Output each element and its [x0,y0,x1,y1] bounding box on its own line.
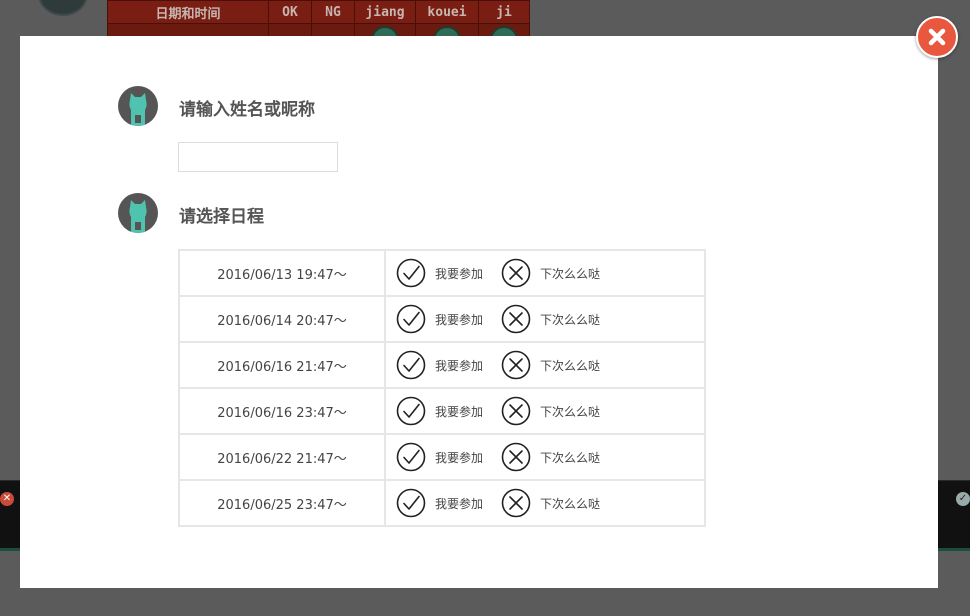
attend-yes-option[interactable]: 我要参加 [396,396,483,426]
bg-header-datetime: 日期和时间 [107,0,269,24]
attend-yes-option[interactable]: 我要参加 [396,442,483,472]
attend-yes-label: 我要参加 [435,266,484,281]
attend-yes-option[interactable]: 我要参加 [396,350,483,380]
check-circle-icon[interactable] [396,258,426,288]
attend-no-label: 下次么么哒 [540,496,601,511]
schedule-date: 2016/06/14 20:47〜 [178,295,386,343]
attend-yes-option[interactable]: 我要参加 [396,258,483,288]
cross-circle-icon[interactable] [501,396,531,426]
schedule-date: 2016/06/16 21:47〜 [178,341,386,389]
close-x-icon [928,28,946,46]
schedule-modal: 请输入姓名或昵称 请选择日程 2016/06/13 19:47〜 我要参加 下次么么… [20,36,938,588]
attend-no-label: 下次么么哒 [540,358,601,373]
background-ok-badge-icon: ✓ [956,492,970,506]
attend-no-option[interactable]: 下次么么哒 [501,304,600,334]
background-avatar [38,0,88,16]
bg-header-kouei: kouei [415,0,479,24]
schedule-row: 2016/06/16 23:47〜 我要参加 下次么么哒 [178,387,706,435]
attend-yes-label: 我要参加 [435,450,484,465]
check-circle-icon[interactable] [396,304,426,334]
cross-circle-icon[interactable] [501,488,531,518]
schedule-options: 我要参加 下次么么哒 [384,295,706,343]
check-circle-icon[interactable] [396,396,426,426]
attend-no-label: 下次么么哒 [540,312,601,327]
cross-circle-icon[interactable] [501,442,531,472]
schedule-date: 2016/06/13 19:47〜 [178,249,386,297]
check-circle-icon[interactable] [396,488,426,518]
attend-yes-label: 我要参加 [435,358,484,373]
schedule-row: 2016/06/25 23:47〜 我要参加 下次么么哒 [178,479,706,527]
close-button[interactable] [916,16,958,58]
attend-yes-label: 我要参加 [435,404,484,419]
schedule-options: 我要参加 下次么么哒 [384,433,706,481]
attend-yes-option[interactable]: 我要参加 [396,304,483,334]
schedule-row: 2016/06/14 20:47〜 我要参加 下次么么哒 [178,295,706,343]
name-step-title: 请输入姓名或昵称 [179,100,315,120]
schedule-row: 2016/06/16 21:47〜 我要参加 下次么么哒 [178,341,706,389]
schedule-date: 2016/06/16 23:47〜 [178,387,386,435]
attend-no-label: 下次么么哒 [540,450,601,465]
name-input[interactable] [178,142,338,172]
background-header: 日期和时间 OK NG jiang kouei ji [0,0,970,55]
attend-no-option[interactable]: 下次么么哒 [501,488,600,518]
check-circle-icon[interactable] [396,350,426,380]
attend-yes-option[interactable]: 我要参加 [396,488,483,518]
schedule-date: 2016/06/25 23:47〜 [178,479,386,527]
bg-header-ok: OK [268,0,312,24]
cross-circle-icon[interactable] [501,350,531,380]
schedule-date: 2016/06/22 21:47〜 [178,433,386,481]
schedule-options: 我要参加 下次么么哒 [384,249,706,297]
cross-circle-icon[interactable] [501,258,531,288]
cat-avatar-icon [118,193,158,233]
attend-no-label: 下次么么哒 [540,266,601,281]
schedule-table: 2016/06/13 19:47〜 我要参加 下次么么哒 2016/06/14 20:… [178,249,706,527]
schedule-row: 2016/06/13 19:47〜 我要参加 下次么么哒 [178,249,706,297]
schedule-options: 我要参加 下次么么哒 [384,479,706,527]
bg-header-ji: ji [478,0,530,24]
attend-yes-label: 我要参加 [435,496,484,511]
bg-header-ng: NG [311,0,355,24]
attend-no-option[interactable]: 下次么么哒 [501,396,600,426]
background-ng-badge-icon: ✕ [0,492,14,506]
attend-no-option[interactable]: 下次么么哒 [501,350,600,380]
attend-yes-label: 我要参加 [435,312,484,327]
cat-avatar-icon [118,86,158,126]
attend-no-option[interactable]: 下次么么哒 [501,442,600,472]
cross-circle-icon[interactable] [501,304,531,334]
schedule-step-title: 请选择日程 [179,207,264,227]
schedule-row: 2016/06/22 21:47〜 我要参加 下次么么哒 [178,433,706,481]
check-circle-icon[interactable] [396,442,426,472]
schedule-options: 我要参加 下次么么哒 [384,341,706,389]
attend-no-option[interactable]: 下次么么哒 [501,258,600,288]
attend-no-label: 下次么么哒 [540,404,601,419]
bg-header-jiang: jiang [354,0,416,24]
schedule-options: 我要参加 下次么么哒 [384,387,706,435]
